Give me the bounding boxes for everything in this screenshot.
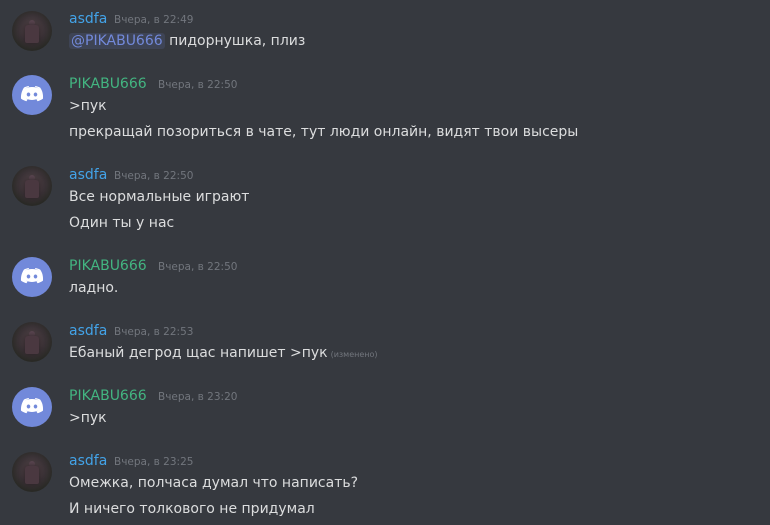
message-text: прекращай позориться в чате, тут люди он… — [69, 124, 579, 140]
message-text: >пук — [69, 98, 107, 114]
message-timestamp: Вчера, в 23:25 — [114, 456, 194, 468]
message-text-content: Ебаный дегрод щас напишет >пук — [69, 345, 328, 361]
avatar[interactable] — [12, 452, 52, 492]
user-mention[interactable]: @PIKABU666 — [69, 33, 165, 49]
avatar[interactable] — [12, 166, 52, 206]
author-name[interactable]: asdfa — [69, 322, 107, 340]
message-timestamp: Вчера, в 22:53 — [114, 326, 194, 338]
message-text: Омежка, полчаса думал что написать? — [69, 475, 359, 491]
author-name[interactable]: asdfa — [69, 452, 107, 470]
discord-logo-icon — [20, 398, 44, 414]
message-text: Один ты у нас — [69, 215, 175, 231]
avatar[interactable] — [12, 75, 52, 115]
edited-label: (изменено) — [330, 350, 378, 359]
message-text-content: пидорнушка, плиз — [169, 33, 306, 49]
avatar[interactable] — [12, 11, 52, 51]
author-name[interactable]: PIKABU666 — [69, 387, 147, 405]
discord-logo-icon — [20, 86, 44, 102]
avatar[interactable] — [12, 387, 52, 427]
author-name[interactable]: asdfa — [69, 10, 107, 28]
message-text: ладно. — [69, 280, 119, 296]
avatar[interactable] — [12, 322, 52, 362]
author-name[interactable]: PIKABU666 — [69, 257, 147, 275]
message-timestamp: Вчера, в 22:50 — [158, 261, 238, 273]
message-timestamp: Вчера, в 23:20 — [158, 391, 238, 403]
message-timestamp: Вчера, в 22:50 — [158, 79, 238, 91]
message-text: Все нормальные играют — [69, 189, 250, 205]
message-text: И ничего толкового не придумал — [69, 501, 315, 517]
message-text: @PIKABU666 пидорнушка, плиз — [69, 32, 305, 50]
message-timestamp: Вчера, в 22:49 — [114, 14, 194, 26]
avatar[interactable] — [12, 257, 52, 297]
message-timestamp: Вчера, в 22:50 — [114, 170, 194, 182]
message-text: >пук — [69, 410, 107, 426]
chat-messages: asdfa Вчера, в 22:49 @PIKABU666 пидорнуш… — [0, 0, 770, 525]
message-text: Ебаный дегрод щас напишет >пук (изменено) — [69, 344, 378, 364]
author-name[interactable]: PIKABU666 — [69, 75, 147, 93]
discord-logo-icon — [20, 268, 44, 284]
author-name[interactable]: asdfa — [69, 166, 107, 184]
